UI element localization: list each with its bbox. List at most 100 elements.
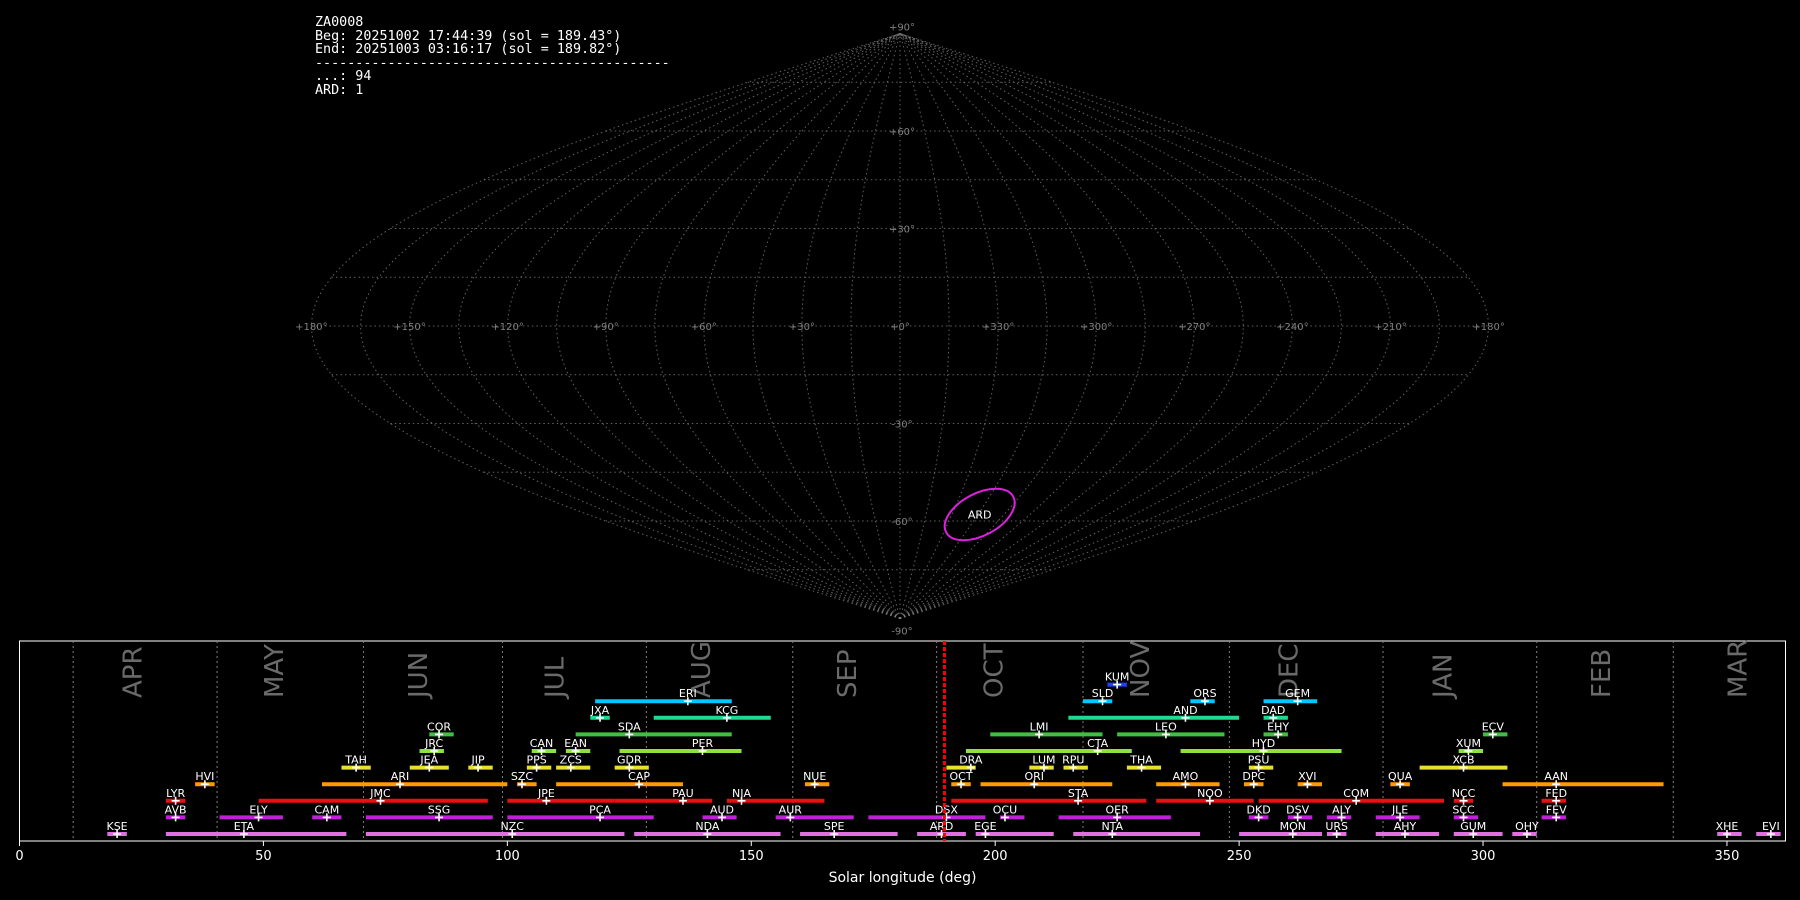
month-label-oct: OCT	[980, 643, 1010, 698]
shower-label-ari: ARI	[391, 770, 409, 783]
shower-label-pps: PPS	[526, 754, 546, 767]
shower-label-dsx: DSX	[935, 803, 958, 816]
shower-label-psu: PSU	[1248, 754, 1270, 767]
shower-label-gem: GEM	[1285, 687, 1310, 700]
lat-tick-label: -60°	[891, 517, 912, 528]
shower-label-cta: CTA	[1087, 737, 1109, 750]
lon-tick-label: +330°	[982, 322, 1014, 333]
shower-label-gdr: GDR	[617, 754, 642, 767]
shower-label-fed: FED	[1545, 787, 1567, 800]
month-label-sep: SEP	[833, 649, 863, 698]
shower-timeline: APR MAY JUN JUL AUG SEP OCT NOV DEC JAN FEB MARKUME…	[15, 640, 1786, 886]
shower-label-ely: ELY	[249, 803, 268, 816]
shower-label-kum: KUM	[1105, 671, 1129, 684]
shower-label-ean: EAN	[564, 737, 587, 750]
shower-label-eri: ERI	[679, 687, 697, 700]
lat-tick-label: +30°	[889, 225, 915, 236]
lat-tick-label: +90°	[889, 23, 915, 34]
shower-label-avb: AVB	[165, 803, 187, 816]
lon-tick-label: +180°	[1472, 322, 1504, 333]
shower-label-dpc: DPC	[1242, 770, 1265, 783]
lon-tick-label: +0°	[890, 322, 910, 333]
month-label-jul: JUL	[540, 656, 570, 700]
x-tick-label: 0	[15, 849, 23, 864]
shower-label-dra: DRA	[959, 754, 983, 767]
shower-label-ehy: EHY	[1267, 720, 1289, 733]
shower-label-xhe: XHE	[1716, 820, 1739, 833]
shower-label-qua: QUA	[1388, 770, 1413, 783]
lon-tick-label: +120°	[491, 322, 523, 333]
shower-label-pau: PAU	[672, 787, 694, 800]
shower-label-jxa: JXA	[590, 704, 610, 717]
x-tick-label: 50	[255, 849, 272, 864]
x-tick-label: 200	[983, 849, 1008, 864]
shower-label-jip: JIP	[471, 754, 485, 767]
shower-label-jpe: JPE	[537, 787, 555, 800]
lon-tick-label: +270°	[1178, 322, 1210, 333]
shower-label-xcb: XCB	[1453, 754, 1475, 767]
shower-label-spe: SPE	[824, 820, 845, 833]
month-label-jan: JAN	[1428, 654, 1458, 700]
lon-tick-label: +180°	[295, 322, 327, 333]
shower-label-per: PER	[692, 737, 714, 750]
shower-label-ard: ARD	[930, 820, 954, 833]
shower-label-leo: LEO	[1155, 720, 1177, 733]
shower-label-ors: ORS	[1193, 687, 1216, 700]
shower-label-scc: SCC	[1452, 803, 1475, 816]
shower-label-aud: AUD	[710, 803, 734, 816]
lat-tick-label: -90°	[891, 627, 912, 638]
shower-label-tah: TAH	[344, 754, 367, 767]
shower-label-ege: EGE	[974, 820, 996, 833]
shower-label-can: CAN	[530, 737, 553, 750]
shower-label-pca: PCA	[589, 803, 611, 816]
shower-label-jle: JLE	[1391, 803, 1408, 816]
shower-label-aur: AUR	[779, 803, 803, 816]
meteor-chart: +180° +150° +120° +90° +60° +30° +0° +330° +300°…	[15, 23, 1786, 886]
shower-label-aan: AAN	[1544, 770, 1568, 783]
shower-label-and: AND	[1173, 704, 1197, 717]
shower-label-sda: SDA	[618, 720, 641, 733]
shower-label-cap: CAP	[628, 770, 650, 783]
month-label-jun: JUN	[404, 652, 434, 700]
shower-label-hvi: HVI	[195, 770, 214, 783]
shower-label-zcs: ZCS	[560, 754, 582, 767]
shower-label-nta: NTA	[1101, 820, 1123, 833]
month-label-may: MAY	[260, 644, 290, 698]
shower-label-hyd: HYD	[1252, 737, 1275, 750]
shower-label-com: COM	[1343, 787, 1369, 800]
shower-label-sta: STA	[1068, 787, 1089, 800]
lon-tick-label: +150°	[393, 322, 425, 333]
x-tick-label: 350	[1715, 849, 1740, 864]
lon-tick-label: +300°	[1080, 322, 1112, 333]
meridian-line	[359, 33, 901, 619]
shower-label-kse: KSE	[106, 820, 127, 833]
lon-tick-label: +240°	[1276, 322, 1308, 333]
shower-label-jea: JEA	[419, 754, 438, 767]
shower-label-dkd: DKD	[1247, 803, 1271, 816]
lon-tick-label: +210°	[1374, 322, 1406, 333]
shower-label-gum: GUM	[1460, 820, 1486, 833]
shower-label-ahy: AHY	[1394, 820, 1417, 833]
shower-label-oct: OCT	[950, 770, 973, 783]
shower-label-eta: ETA	[234, 820, 255, 833]
lat-tick-label: +60°	[889, 127, 915, 138]
lon-tick-label: +30°	[789, 322, 815, 333]
shower-label-fev: FEV	[1546, 803, 1567, 816]
shower-label-ori: ORI	[1024, 770, 1044, 783]
shower-label-jmc: JMC	[369, 787, 391, 800]
lon-tick-label: +60°	[691, 322, 717, 333]
shower-label-tha: THA	[1129, 754, 1153, 767]
x-tick-label: 100	[495, 849, 520, 864]
shower-label-ssg: SSG	[428, 803, 451, 816]
shower-label-aly: ALY	[1332, 803, 1351, 816]
shower-label-nda: NDA	[695, 820, 720, 833]
shower-label-nzc: NZC	[500, 820, 524, 833]
shower-label-szc: SZC	[511, 770, 534, 783]
shower-label-sld: SLD	[1092, 687, 1114, 700]
x-tick-label: 300	[1471, 849, 1496, 864]
shower-label-urs: URS	[1325, 820, 1348, 833]
month-label-nov: NOV	[1126, 641, 1156, 698]
sky-map: +180° +150° +120° +90° +60° +30° +0° +330° +300°…	[295, 23, 1505, 638]
shower-label-xum: XUM	[1456, 737, 1481, 750]
shower-label-lmi: LMI	[1030, 720, 1049, 733]
